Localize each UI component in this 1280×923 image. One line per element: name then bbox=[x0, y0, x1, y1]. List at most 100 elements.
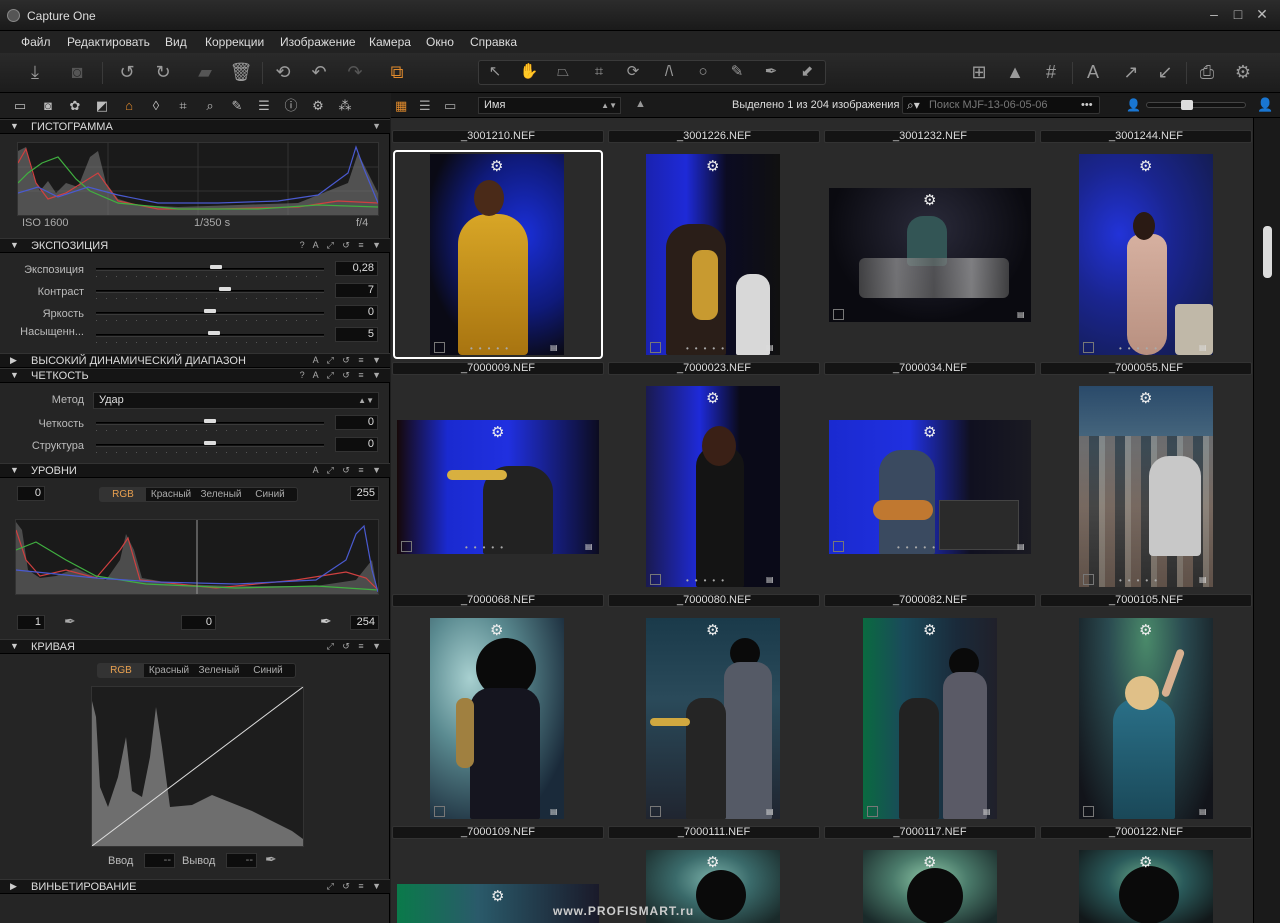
brightness-slider[interactable] bbox=[96, 309, 324, 321]
menu-camera[interactable]: Камера bbox=[369, 35, 411, 49]
picker-icon[interactable]: ✒ bbox=[758, 59, 784, 85]
clarity-section-header[interactable]: ▼ ЧЕТКОСТЬ ? A ⤢ ↺ ≡ ▼ bbox=[0, 368, 390, 383]
thumbnail-caption[interactable]: _3001232.NEF bbox=[824, 130, 1036, 143]
slider-knob[interactable] bbox=[208, 331, 220, 335]
vertical-scrollbar[interactable] bbox=[1253, 118, 1280, 923]
levels-input-high[interactable]: 255 bbox=[350, 486, 379, 501]
section-menu-icon[interactable]: ▼ bbox=[372, 121, 384, 131]
thumbnail-caption[interactable]: _7000068.NEF bbox=[392, 594, 604, 607]
thumbnail-singer-dress[interactable]: ⚙ ••••• ▤ bbox=[1079, 154, 1213, 355]
collapse-arrow-icon[interactable]: ▼ bbox=[10, 465, 19, 475]
copy-adjustments-icon[interactable]: ↗ bbox=[1118, 59, 1144, 85]
exposure-value[interactable]: 0,28 bbox=[335, 261, 378, 276]
thumbnail-sax-afro[interactable]: ⚙ ▤ bbox=[430, 618, 564, 819]
select-checkbox[interactable] bbox=[1083, 806, 1094, 817]
thumbnail-drummer[interactable]: ⚙ ▤ bbox=[829, 188, 1031, 322]
levels-midpoint[interactable]: 0 bbox=[181, 615, 216, 630]
tab-output-icon[interactable]: ☰ bbox=[255, 97, 273, 115]
collapse-arrow-icon[interactable]: ▼ bbox=[10, 121, 19, 131]
tab-focus-icon[interactable]: ⌕ bbox=[201, 97, 219, 115]
structure-value[interactable]: 0 bbox=[335, 437, 378, 452]
thumbnail-caption[interactable]: _7000023.NEF bbox=[608, 362, 820, 375]
keystone-icon[interactable]: ⏢ bbox=[550, 59, 576, 85]
thumbnail-caption[interactable]: _7000034.NEF bbox=[824, 362, 1036, 375]
thumbnail-caption[interactable]: _7000080.NEF bbox=[608, 594, 820, 607]
vignette-section-header[interactable]: ▶ ВИНЬЕТИРОВАНИЕ ⤢ ↺ ≡ ▼ bbox=[0, 879, 390, 894]
move-folder-icon[interactable]: ▰ bbox=[192, 59, 218, 85]
exposure-section-header[interactable]: ▼ ЭКСПОЗИЦИЯ ? A ⤢ ↺ ≡ ▼ bbox=[0, 238, 390, 253]
rotate-tool-icon[interactable]: ⟳ bbox=[620, 59, 646, 85]
thumbnail-caption[interactable]: _3001244.NEF bbox=[1040, 130, 1252, 143]
copy-apply-icon[interactable]: ⬋ bbox=[794, 59, 820, 85]
thumbnail-flute[interactable]: ⚙ ••••• ▤ bbox=[646, 386, 780, 587]
select-checkbox[interactable] bbox=[434, 342, 445, 353]
thumbnail-caption[interactable]: _7000117.NEF bbox=[824, 826, 1036, 839]
section-tools-icon[interactable]: ? A ⤢ ↺ ≡ ▼ bbox=[300, 370, 384, 381]
rating-dots[interactable]: ••••• bbox=[470, 344, 514, 353]
white-point-picker-icon[interactable]: ✒ bbox=[320, 613, 332, 630]
tab-metadata-icon[interactable]: ⓘ bbox=[282, 97, 300, 115]
select-checkbox[interactable] bbox=[434, 806, 445, 817]
curve-channel-red[interactable]: Красный bbox=[144, 664, 194, 677]
rating-dots[interactable]: ••••• bbox=[897, 543, 941, 552]
levels-output-high[interactable]: 254 bbox=[350, 615, 379, 630]
slider-knob[interactable] bbox=[204, 441, 216, 445]
thumbnail-caption[interactable]: _7000111.NEF bbox=[608, 826, 820, 839]
select-checkbox[interactable] bbox=[867, 806, 878, 817]
tab-capture-camera-icon[interactable]: ◙ bbox=[39, 97, 57, 115]
curve-input-value[interactable]: -- bbox=[144, 853, 175, 868]
curve-channel-green[interactable]: Зеленый bbox=[194, 664, 244, 677]
text-annotation-icon[interactable]: A bbox=[1080, 59, 1106, 85]
pan-hand-icon[interactable]: ✋ bbox=[516, 59, 542, 85]
close-button[interactable]: ✕ bbox=[1251, 5, 1273, 23]
rating-dots[interactable]: ••••• bbox=[1119, 576, 1163, 585]
tab-exposure-icon[interactable]: ⌂ bbox=[120, 97, 138, 115]
select-checkbox[interactable] bbox=[833, 541, 844, 552]
levels-section-header[interactable]: ▼ УРОВНИ A ⤢ ↺ ≡ ▼ bbox=[0, 463, 390, 478]
levels-channel-rgb[interactable]: RGB bbox=[100, 488, 146, 501]
select-checkbox[interactable] bbox=[1083, 574, 1094, 585]
contrast-slider[interactable] bbox=[96, 287, 324, 299]
select-checkbox[interactable] bbox=[650, 342, 661, 353]
maximize-button[interactable]: □ bbox=[1227, 5, 1249, 23]
thumbnail-trumpet[interactable]: ⚙ ••••• ▤ bbox=[397, 420, 599, 554]
clarity-value[interactable]: 0 bbox=[335, 415, 378, 430]
curve-channel-rgb[interactable]: RGB bbox=[98, 664, 144, 677]
thumbnail-caption[interactable]: _7000082.NEF bbox=[824, 594, 1036, 607]
thumbnail-caption[interactable]: _7000122.NEF bbox=[1040, 826, 1252, 839]
slider-knob[interactable] bbox=[204, 309, 216, 313]
tab-lens-icon[interactable]: ◊ bbox=[147, 97, 165, 115]
thumbnail-horns-green[interactable]: ⚙ ▤ bbox=[863, 618, 997, 819]
levels-channel-blue[interactable]: Синий bbox=[246, 488, 294, 501]
search-icon[interactable]: ⌕▾ bbox=[907, 98, 920, 113]
expand-arrow-icon[interactable]: ▶ bbox=[10, 355, 17, 366]
list-view-icon[interactable]: ☰ bbox=[419, 98, 431, 114]
tab-local-adjust-icon[interactable]: ✎ bbox=[228, 97, 246, 115]
select-checkbox[interactable] bbox=[650, 806, 661, 817]
tab-batch-icon[interactable]: ⁂ bbox=[336, 97, 354, 115]
grid-view-icon[interactable]: ▦ bbox=[395, 98, 407, 114]
rating-dots[interactable]: ••••• bbox=[1119, 344, 1163, 353]
structure-slider[interactable] bbox=[96, 441, 324, 453]
histogram-section-header[interactable]: ▼ ГИСТОГРАММА ▼ bbox=[0, 119, 390, 134]
tab-settings-icon[interactable]: ⚙ bbox=[309, 97, 327, 115]
menu-image[interactable]: Изображение bbox=[280, 35, 356, 49]
sort-direction-icon[interactable]: ▲ bbox=[635, 98, 646, 110]
scrollbar-thumb[interactable] bbox=[1263, 226, 1272, 278]
thumbnail-audience[interactable]: ⚙ ••••• ▤ bbox=[1079, 386, 1213, 587]
select-checkbox[interactable] bbox=[650, 574, 661, 585]
saturation-slider[interactable] bbox=[96, 331, 324, 343]
tab-bw-icon[interactable]: ◩ bbox=[93, 97, 111, 115]
rotate-right-icon[interactable]: ↻ bbox=[150, 59, 176, 85]
menu-help[interactable]: Справка bbox=[470, 35, 517, 49]
thumbnail-saxophone[interactable]: ⚙ ••••• ▤ bbox=[646, 154, 780, 355]
section-tools-icon[interactable]: ⤢ ↺ ≡ ▼ bbox=[327, 881, 384, 892]
multi-view-icon[interactable]: ⧉ bbox=[384, 59, 410, 85]
black-point-picker-icon[interactable]: ✒ bbox=[64, 613, 76, 630]
filmstrip-view-icon[interactable]: ▭ bbox=[444, 98, 456, 114]
select-checkbox[interactable] bbox=[401, 541, 412, 552]
grid-overlay-icon[interactable]: # bbox=[1038, 59, 1064, 85]
crop-icon[interactable]: ⌗ bbox=[586, 59, 612, 85]
select-cursor-icon[interactable]: ↖ bbox=[482, 59, 508, 85]
thumbnail-caption[interactable]: _7000109.NEF bbox=[392, 826, 604, 839]
